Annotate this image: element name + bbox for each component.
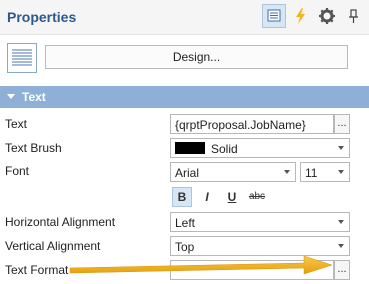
horizontal-alignment-value: Left (175, 216, 196, 230)
collapse-arrow-icon[interactable] (7, 94, 15, 99)
annotation-arrow-icon (69, 255, 333, 275)
text-brush-dropdown[interactable]: Solid (170, 138, 350, 158)
design-button[interactable]: Design... (45, 45, 348, 69)
horizontal-alignment-label: Horizontal Alignment (5, 215, 116, 229)
horizontal-alignment-dropdown[interactable]: Left (170, 212, 350, 232)
font-label: Font (5, 164, 30, 178)
text-format-ellipsis-button[interactable]: ... (334, 260, 350, 280)
underline-button[interactable]: U (222, 187, 242, 207)
gear-icon (319, 8, 335, 24)
text-value: {qrptProposal.JobName} (175, 118, 306, 132)
font-size-dropdown[interactable]: 11 (300, 162, 350, 182)
font-size-value: 11 (305, 166, 318, 180)
list-view-icon (267, 9, 281, 22)
lightning-icon (296, 8, 305, 24)
text-brush-label: Text Brush (5, 141, 62, 155)
pin-button[interactable] (342, 5, 364, 27)
font-family-dropdown[interactable]: Arial (170, 162, 296, 182)
chevron-down-icon[interactable] (333, 139, 349, 157)
bold-button[interactable]: B (172, 187, 192, 207)
chevron-down-icon[interactable] (333, 237, 349, 255)
settings-button[interactable] (316, 5, 338, 27)
text-format-label: Text Format (5, 263, 69, 277)
text-label: Text (5, 117, 28, 131)
strikethrough-button[interactable]: abc (247, 187, 267, 207)
italic-button[interactable]: I (197, 187, 217, 207)
pin-icon (349, 9, 358, 23)
chevron-down-icon[interactable] (279, 163, 295, 181)
properties-header: Properties (0, 0, 369, 35)
text-section-header[interactable]: Text (0, 86, 369, 108)
vertical-alignment-value: Top (175, 240, 195, 254)
text-value-field[interactable]: {qrptProposal.JobName} (170, 114, 334, 134)
font-family-value: Arial (175, 166, 200, 180)
categorized-view-button[interactable] (262, 4, 286, 28)
design-area: Design... (0, 35, 369, 83)
chevron-down-icon[interactable] (333, 163, 349, 181)
vertical-alignment-dropdown[interactable]: Top (170, 236, 350, 256)
chevron-down-icon[interactable] (333, 213, 349, 231)
text-ellipsis-button[interactable]: ... (334, 114, 350, 134)
section-label: Text (22, 90, 46, 104)
text-brush-value: Solid (211, 142, 238, 156)
panel-title: Properties (7, 9, 77, 25)
color-swatch (175, 142, 205, 154)
report-layout-icon (7, 43, 37, 73)
vertical-alignment-label: Vertical Alignment (5, 239, 101, 253)
events-button[interactable] (290, 5, 312, 27)
